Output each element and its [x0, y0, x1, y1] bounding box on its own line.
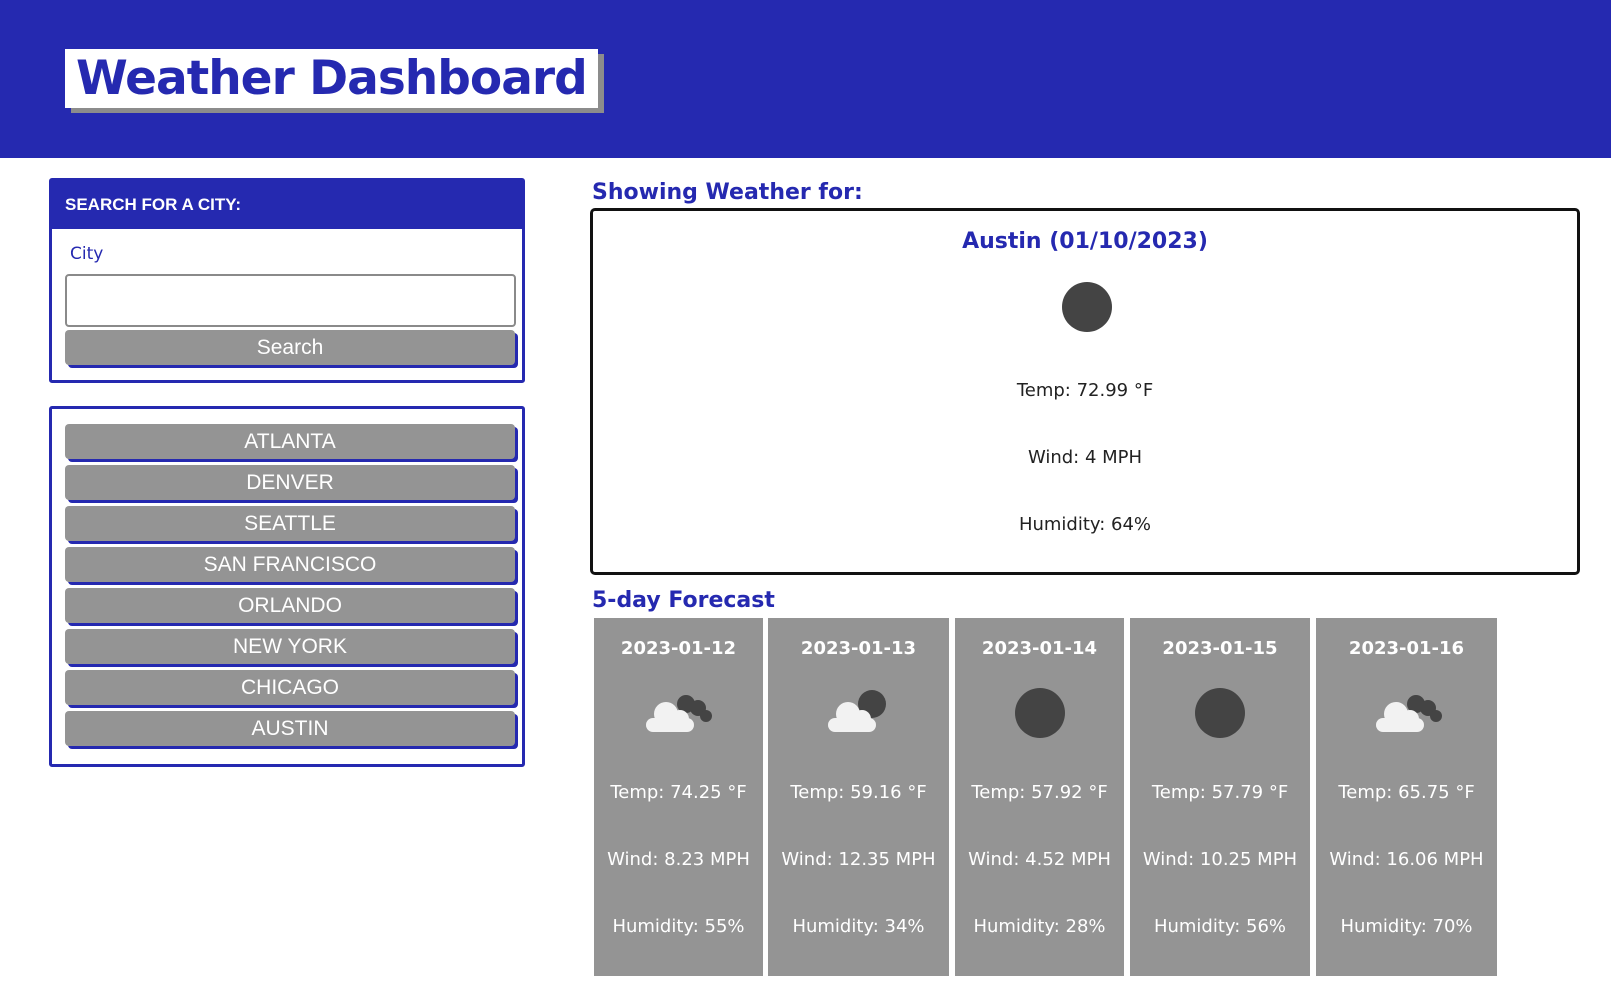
- search-history-card: ATLANTA DENVER SEATTLE SAN FRANCISCO ORL…: [49, 406, 525, 767]
- page-title: Weather Dashboard: [65, 49, 598, 108]
- current-weather-title: Showing Weather for:: [592, 180, 863, 205]
- cloud-moon-icon: [828, 690, 886, 732]
- current-humidity: Humidity: 64%: [1018, 514, 1152, 535]
- forecast-wind: Wind: 16.06 MPH: [1329, 849, 1484, 870]
- history-button-chicago[interactable]: CHICAGO: [65, 670, 515, 705]
- current-weather-card: Austin (01/10/2023) Temp: 72.99 °F Wind:…: [590, 208, 1580, 575]
- current-temp: Temp: 72.99 °F: [1016, 380, 1154, 401]
- forecast-humidity: Humidity: 34%: [792, 916, 925, 937]
- forecast-temp: Temp: 57.92 °F: [971, 782, 1108, 803]
- forecast-date: 2023-01-14: [981, 638, 1098, 659]
- history-button-atlanta[interactable]: ATLANTA: [65, 424, 515, 459]
- forecast-date: 2023-01-13: [800, 638, 917, 659]
- forecast-temp: Temp: 65.75 °F: [1338, 782, 1475, 803]
- forecast-card: 2023-01-14 Temp: 57.92 °F Wind: 4.52 MPH…: [955, 618, 1124, 976]
- forecast-temp: Temp: 59.16 °F: [790, 782, 927, 803]
- forecast-card: 2023-01-13 Temp: 59.16 °F Wind: 12.35 MP…: [768, 618, 949, 976]
- forecast-humidity: Humidity: 56%: [1153, 916, 1287, 937]
- forecast-temp: Temp: 57.79 °F: [1151, 782, 1289, 803]
- history-button-new-york[interactable]: NEW YORK: [65, 629, 515, 664]
- forecast-temp: Temp: 74.25 °F: [610, 782, 747, 803]
- night-cloudy-icon: [646, 695, 712, 732]
- current-wind: Wind: 4 MPH: [1027, 447, 1143, 468]
- moon-icon: [1195, 688, 1245, 738]
- forecast-wind: Wind: 8.23 MPH: [607, 849, 750, 870]
- history-button-denver[interactable]: DENVER: [65, 465, 515, 500]
- history-button-austin[interactable]: AUSTIN: [65, 711, 515, 746]
- current-city-date: Austin (01/10/2023): [962, 229, 1208, 254]
- moon-icon: [1062, 282, 1112, 332]
- history-button-seattle[interactable]: SEATTLE: [65, 506, 515, 541]
- forecast-humidity: Humidity: 28%: [973, 916, 1106, 937]
- forecast-wind: Wind: 4.52 MPH: [968, 849, 1111, 870]
- forecast-humidity: Humidity: 55%: [612, 916, 745, 937]
- forecast-wind: Wind: 10.25 MPH: [1142, 849, 1298, 870]
- page-header: Weather Dashboard: [0, 0, 1611, 158]
- forecast-humidity: Humidity: 70%: [1340, 916, 1473, 937]
- forecast-date: 2023-01-16: [1348, 638, 1465, 659]
- search-history-list: ATLANTA DENVER SEATTLE SAN FRANCISCO ORL…: [65, 424, 515, 752]
- forecast-card: 2023-01-15 Temp: 57.79 °F Wind: 10.25 MP…: [1130, 618, 1310, 976]
- night-cloudy-icon: [1376, 695, 1442, 732]
- forecast-card: 2023-01-16 Temp: 65.75 °F Wind: 16.06 MP…: [1316, 618, 1497, 976]
- history-button-san-francisco[interactable]: SAN FRANCISCO: [65, 547, 515, 582]
- city-input[interactable]: [65, 274, 516, 327]
- search-button[interactable]: Search: [65, 330, 515, 365]
- forecast-title: 5-day Forecast: [592, 588, 775, 613]
- forecast-date: 2023-01-12: [620, 638, 737, 659]
- forecast-card: 2023-01-12 Temp: 74.25 °F Wind: 8.23 MPH…: [594, 618, 763, 976]
- forecast-date: 2023-01-15: [1162, 638, 1278, 659]
- search-heading: SEARCH FOR A CITY:: [52, 181, 522, 229]
- city-label: City: [70, 244, 104, 264]
- moon-icon: [1015, 688, 1065, 738]
- forecast-wind: Wind: 12.35 MPH: [781, 849, 936, 870]
- history-button-orlando[interactable]: ORLANDO: [65, 588, 515, 623]
- search-card: SEARCH FOR A CITY: City Search: [49, 178, 525, 383]
